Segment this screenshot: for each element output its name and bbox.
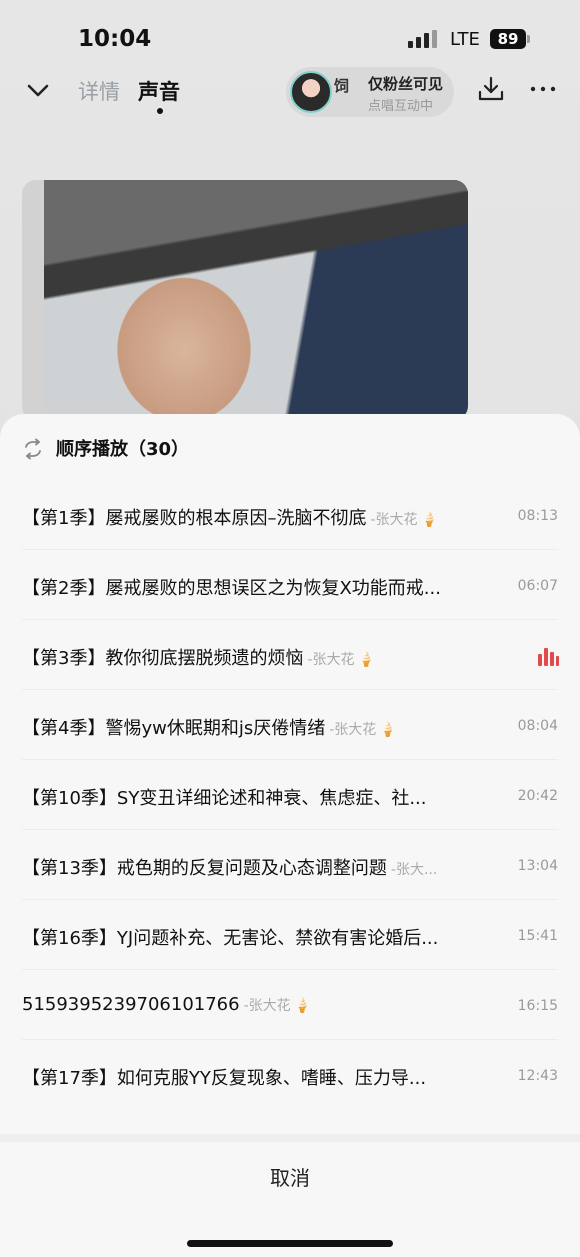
ice-cream-icon: 🍦	[379, 722, 397, 738]
track-duration: 20:42	[517, 788, 558, 804]
track-title: 【第2季】屡戒屡败的思想误区之为恢复X功能而戒...	[22, 574, 494, 600]
track-duration: 13:04	[517, 858, 558, 874]
list-item[interactable]: 【第4季】警惕yw休眠期和js厌倦情绪 -张大花 🍦 08:04	[22, 690, 558, 760]
track-duration: 08:13	[517, 508, 558, 524]
track-duration: 08:04	[517, 718, 558, 734]
track-title: 【第3季】教你彻底摆脱频遗的烦恼 -张大花 🍦	[22, 644, 494, 670]
track-title-text: 【第4季】警惕yw休眠期和js厌倦情绪	[22, 718, 326, 739]
ice-cream-icon: 🍦	[293, 998, 312, 1014]
track-title: 【第13季】戒色期的反复问题及心态调整问题 -张大...	[22, 854, 494, 880]
track-title-text: 【第3季】教你彻底摆脱频遗的烦恼	[22, 648, 304, 669]
album-cover	[22, 180, 468, 420]
playlist-sheet: 顺序播放（30） 【第1季】屡戒屡败的根本原因–洗脑不彻底 -张大花 🍦 08:13…	[0, 414, 580, 1257]
network-type: LTE	[450, 29, 480, 50]
list-item[interactable]: 【第2季】屡戒屡败的思想误区之为恢复X功能而戒... 06:07	[22, 550, 558, 620]
list-item[interactable]: 【第1季】屡戒屡败的根本原因–洗脑不彻底 -张大花 🍦 08:13	[22, 480, 558, 550]
track-duration: 16:15	[517, 998, 558, 1014]
list-item[interactable]: 【第16季】YJ问题补充、无害论、禁欲有害论婚后... 15:41	[22, 900, 558, 970]
track-title: 【第17季】如何克服YY反复现象、嗜睡、压力导...	[22, 1064, 494, 1090]
avatar	[290, 71, 332, 113]
sheet-separator	[0, 1134, 580, 1142]
track-title-text: 5159395239706101766	[22, 994, 240, 1015]
playlist-mode-title[interactable]: 顺序播放（30）	[56, 435, 189, 461]
cover-photo	[44, 180, 468, 420]
track-author: -张大花	[329, 722, 377, 738]
track-author: -张大花	[370, 512, 418, 528]
battery-icon: 89	[490, 29, 530, 49]
list-item[interactable]: 【第3季】教你彻底摆脱频遗的烦恼 -张大花 🍦	[22, 620, 559, 690]
tab-sound[interactable]: 声音	[138, 76, 180, 106]
track-duration: 06:07	[517, 578, 558, 594]
status-time: 10:04	[78, 26, 152, 52]
track-title-text: 【第2季】屡戒屡败的思想误区之为恢复X功能而戒...	[22, 578, 441, 599]
track-duration: 12:43	[517, 1068, 558, 1084]
download-icon[interactable]	[476, 74, 506, 104]
track-title: 【第16季】YJ问题补充、无害论、禁欲有害论婚后...	[22, 924, 494, 950]
track-title: 【第10季】SY变丑详细论述和神衰、焦虑症、社...	[22, 784, 494, 810]
ice-cream-icon: 🍦	[420, 512, 438, 528]
track-title-text: 【第17季】如何克服YY反复现象、嗜睡、压力导...	[22, 1068, 427, 1089]
cancel-label: 取消	[270, 1166, 310, 1190]
live-fragment-text: 饲	[334, 77, 350, 95]
ice-cream-icon: 🍦	[357, 652, 375, 668]
track-title: 【第4季】警惕yw休眠期和js厌倦情绪 -张大花 🍦	[22, 714, 494, 740]
track-title-text: 【第1季】屡戒屡败的根本原因–洗脑不彻底	[22, 508, 367, 529]
track-author: -张大...	[390, 862, 438, 878]
cancel-button[interactable]: 取消	[0, 1142, 580, 1218]
track-title: 5159395239706101766 -张大花 🍦	[22, 994, 494, 1015]
live-room-name: 仅粉丝可见	[368, 75, 444, 93]
track-title-text: 【第13季】戒色期的反复问题及心态调整问题	[22, 858, 387, 879]
list-item[interactable]: 【第17季】如何克服YY反复现象、嗜睡、压力导... 12:43	[22, 1040, 558, 1110]
list-item[interactable]: 【第10季】SY变丑详细论述和神衰、焦虑症、社... 20:42	[22, 760, 558, 830]
chevron-down-icon[interactable]	[24, 76, 52, 104]
track-author: -张大花	[243, 998, 291, 1014]
home-indicator[interactable]	[187, 1240, 393, 1247]
live-room-pill[interactable]: 饲 仅粉丝可见 点唱互动中	[286, 67, 454, 117]
top-nav: 详情 声音 饲 仅粉丝可见 点唱互动中	[0, 64, 580, 117]
signal-icon	[408, 30, 440, 48]
active-tab-indicator	[157, 108, 163, 114]
track-author: -张大花	[307, 652, 355, 668]
list-item[interactable]: 【第13季】戒色期的反复问题及心态调整问题 -张大... 13:04	[22, 830, 558, 900]
list-item[interactable]: 5159395239706101766 -张大花 🍦 16:15	[22, 970, 558, 1040]
status-bar: 10:04 LTE 89	[0, 0, 580, 70]
tab-detail[interactable]: 详情	[78, 76, 120, 106]
sequential-play-icon[interactable]	[22, 438, 44, 460]
live-room-status: 点唱互动中	[368, 99, 434, 114]
now-playing-icon	[538, 648, 559, 666]
track-duration: 15:41	[517, 928, 558, 944]
more-icon[interactable]	[528, 74, 558, 104]
track-title-text: 【第10季】SY变丑详细论述和神衰、焦虑症、社...	[22, 788, 427, 809]
track-title-text: 【第16季】YJ问题补充、无害论、禁欲有害论婚后...	[22, 928, 439, 949]
track-title: 【第1季】屡戒屡败的根本原因–洗脑不彻底 -张大花 🍦	[22, 504, 494, 530]
